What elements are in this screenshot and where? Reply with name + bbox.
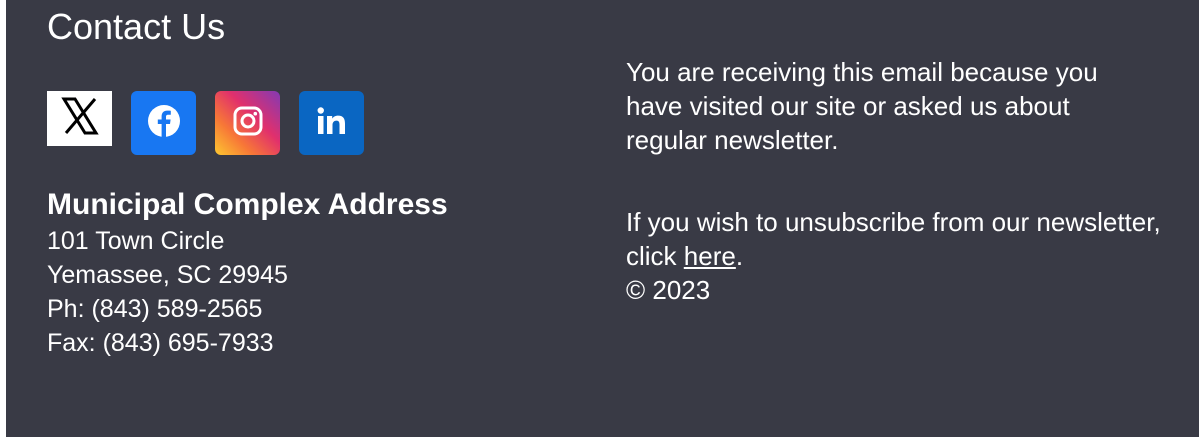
facebook-icon <box>147 104 181 143</box>
phone-number: Ph: (843) 589-2565 <box>47 295 263 323</box>
linkedin-icon <box>316 106 348 141</box>
copyright: © 2023 <box>626 275 711 305</box>
x-icon <box>58 94 102 143</box>
receiving-notice: You are receiving this email because you… <box>626 57 1098 155</box>
contact-title: Contact Us <box>47 6 226 47</box>
instagram-icon <box>232 105 264 142</box>
linkedin-link[interactable] <box>299 91 364 155</box>
fax-number: Fax: (843) 695-7933 <box>47 329 274 357</box>
unsubscribe-suffix: . <box>735 241 744 271</box>
email-footer: Contact Us Municipal Complex Address 101… <box>6 0 1199 437</box>
address-heading: Municipal Complex Address <box>47 188 448 221</box>
x-link[interactable] <box>47 91 112 146</box>
unsubscribe-notice: If you wish to unsubscribe from our news… <box>626 205 1166 307</box>
facebook-link[interactable] <box>131 91 196 155</box>
address-block: Municipal Complex Address 101 Town Circl… <box>47 186 448 360</box>
instagram-link[interactable] <box>215 91 280 155</box>
unsubscribe-link[interactable]: here <box>684 241 736 271</box>
address-city: Yemassee, SC 29945 <box>47 261 288 289</box>
address-street: 101 Town Circle <box>47 227 225 255</box>
